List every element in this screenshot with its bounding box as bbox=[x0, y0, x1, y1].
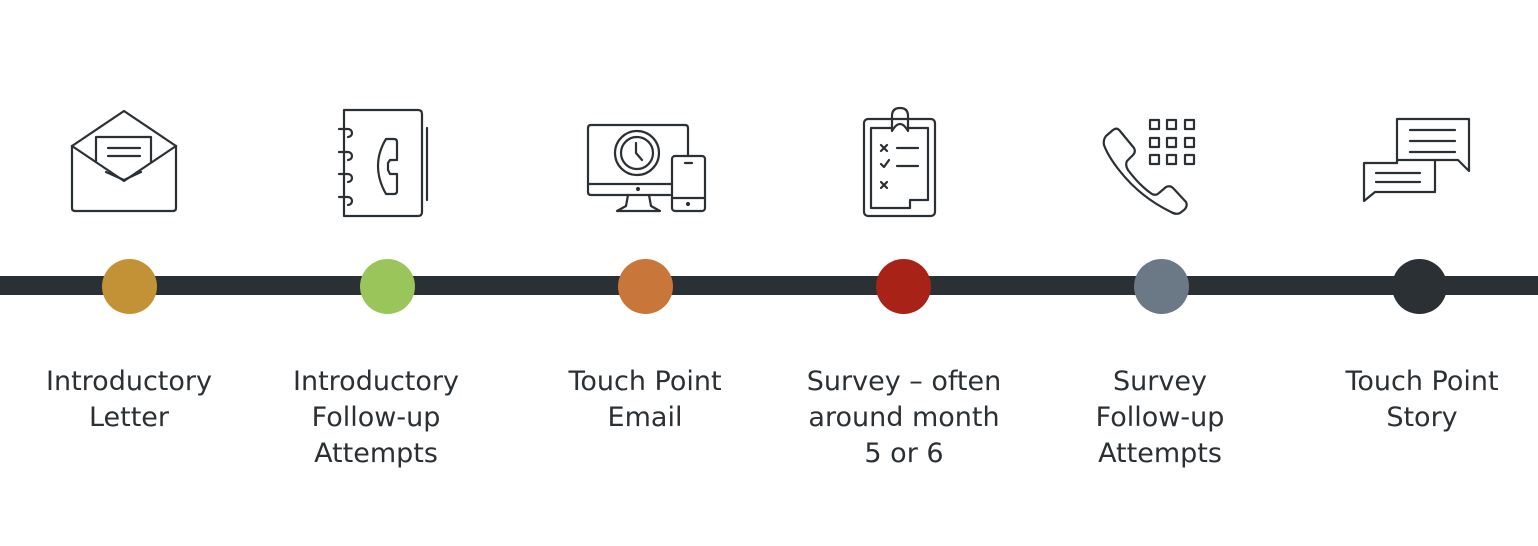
step-label-introductory-follow-up: Introductory Follow-up Attempts bbox=[293, 366, 459, 469]
milestone-dot-2 bbox=[360, 259, 415, 314]
milestone-dot-3 bbox=[618, 259, 673, 314]
step-label-touch-point-story: Touch Point Story bbox=[1345, 366, 1499, 433]
step-label-introductory-letter: Introductory Letter bbox=[46, 366, 212, 433]
phone-book-icon bbox=[337, 108, 429, 218]
step-label-touch-point-email: Touch Point Email bbox=[568, 366, 722, 433]
milestone-dot-1 bbox=[102, 259, 157, 314]
clipboard-checklist-icon bbox=[862, 106, 937, 218]
open-envelope-icon bbox=[70, 109, 178, 213]
milestone-dot-5 bbox=[1134, 259, 1189, 314]
icons-layer bbox=[70, 106, 1471, 218]
desktop-mobile-clock-icon bbox=[586, 123, 707, 213]
step-label-survey: Survey – often around month 5 or 6 bbox=[806, 366, 1002, 469]
milestone-dot-4 bbox=[876, 259, 931, 314]
chat-bubbles-icon bbox=[1362, 117, 1471, 203]
milestone-dot-6 bbox=[1392, 259, 1447, 314]
timeline-line bbox=[0, 276, 1538, 295]
phone-keypad-icon bbox=[1102, 118, 1196, 215]
step-label-survey-follow-up: Survey Follow-up Attempts bbox=[1095, 366, 1225, 469]
